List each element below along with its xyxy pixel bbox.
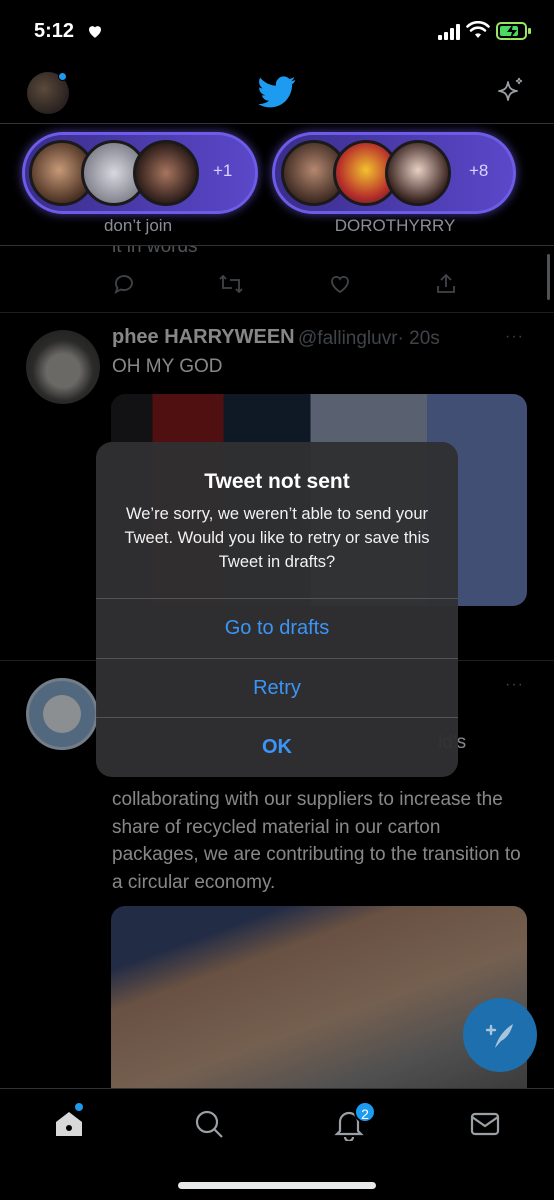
sparkle-icon[interactable] xyxy=(494,76,526,108)
retry-button[interactable]: Retry xyxy=(96,658,458,717)
heart-icon xyxy=(89,26,101,38)
tweet-text-fragment: it in words xyxy=(112,246,198,257)
fleet-label: DOROTHYRRY xyxy=(334,216,456,235)
fleet-extra-count: +1 xyxy=(213,161,233,180)
cellular-signal-icon xyxy=(438,24,460,40)
messages-envelope-icon[interactable] xyxy=(468,1107,502,1141)
tweet-author-handle: @fallingluvr· 20s xyxy=(298,328,440,349)
go-to-drafts-button[interactable]: Go to drafts xyxy=(96,598,458,657)
top-header xyxy=(0,64,554,124)
alert-title: Tweet not sent xyxy=(204,470,350,493)
fleet-group-2[interactable]: +8 xyxy=(272,132,516,214)
tweet-more-icon[interactable]: ··· xyxy=(505,676,524,694)
wifi-icon xyxy=(466,21,490,38)
fleets-bar: +1 don’t join +8 DOROTHYRRY xyxy=(0,124,554,246)
notification-dot xyxy=(58,72,67,81)
like-icon[interactable] xyxy=(328,272,352,296)
home-icon[interactable] xyxy=(52,1107,86,1141)
tweet-more-icon[interactable]: ··· xyxy=(505,328,524,346)
tweet-author-name[interactable]: phee HARRYWEEN xyxy=(112,326,295,349)
promoted-tweet-text: collaborating with our suppliers to incr… xyxy=(112,789,521,893)
search-icon[interactable] xyxy=(192,1107,226,1141)
ok-button[interactable]: OK xyxy=(96,717,458,776)
compose-feather-icon xyxy=(485,1024,513,1048)
retweet-icon[interactable] xyxy=(218,272,244,296)
compose-tweet-button[interactable] xyxy=(463,998,537,1072)
share-icon[interactable] xyxy=(434,272,458,296)
promoted-tweet-media[interactable] xyxy=(111,906,527,1088)
status-time: 5:12 xyxy=(34,20,75,42)
tweet-actions xyxy=(112,272,455,298)
alert-message: We’re sorry, we weren’t able to send you… xyxy=(124,505,430,571)
home-indicator[interactable] xyxy=(178,1182,376,1189)
fleet-label: don’t join xyxy=(103,216,173,235)
battery-charging-icon xyxy=(496,22,531,40)
notifications-badge: 2 xyxy=(354,1101,376,1123)
tweet-author-avatar[interactable] xyxy=(26,330,100,404)
scrollbar[interactable] xyxy=(547,254,550,300)
divider xyxy=(0,312,554,313)
fleet-group-1[interactable]: +1 xyxy=(22,132,258,214)
home-new-dot xyxy=(75,1103,83,1111)
fleet-avatar xyxy=(133,140,199,206)
fleet-extra-count: +8 xyxy=(469,161,489,180)
tweet-text: OH MY GOD xyxy=(112,356,223,377)
twitter-bird-icon[interactable] xyxy=(258,76,296,108)
promoted-author-avatar[interactable] xyxy=(26,678,98,750)
logo-icon xyxy=(43,695,81,733)
status-bar: 5:12 xyxy=(0,0,554,64)
tweet-not-sent-alert: Tweet not sent We’re sorry, we weren’t a… xyxy=(96,442,458,777)
fleet-avatar xyxy=(385,140,451,206)
reply-icon[interactable] xyxy=(112,272,136,296)
